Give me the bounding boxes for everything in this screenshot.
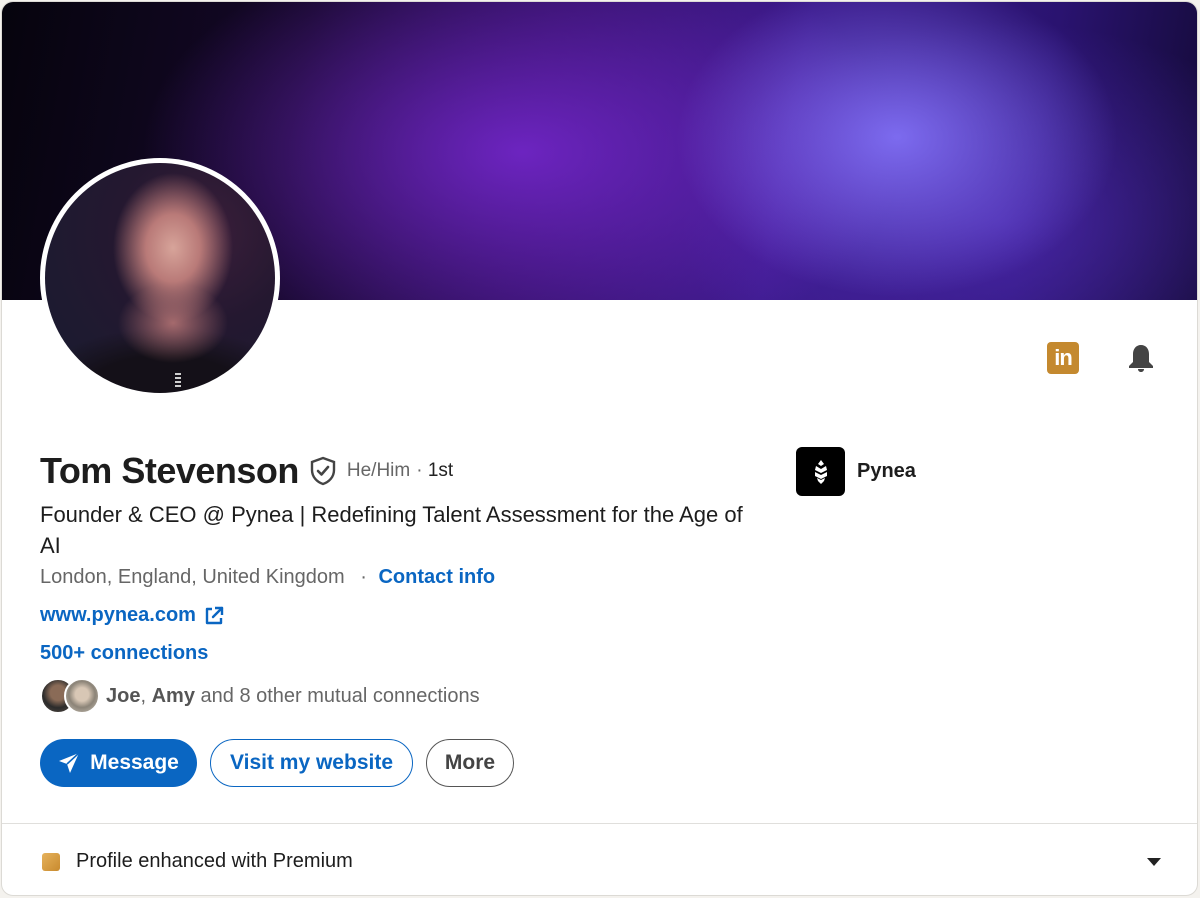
- premium-section[interactable]: Profile enhanced with Premium: [42, 850, 1162, 873]
- header-actions: in: [1047, 342, 1157, 374]
- profile-name: Tom Stevenson: [40, 450, 299, 491]
- company-name: Pynea: [857, 460, 916, 482]
- message-button-label: Message: [90, 751, 179, 774]
- connections-link[interactable]: 500+ connections: [40, 642, 208, 665]
- website-row[interactable]: www.pynea.com: [40, 604, 224, 627]
- mutual-connections[interactable]: Joe, Amy and 8 other mutual connections: [40, 678, 480, 714]
- avatar: [64, 678, 100, 714]
- external-link-icon: [205, 606, 224, 624]
- caret-down-icon[interactable]: [1146, 857, 1162, 867]
- pinecone-icon: [814, 459, 827, 484]
- name-row: Tom Stevenson He/Him · 1st: [40, 450, 453, 492]
- message-button[interactable]: Message: [40, 739, 197, 787]
- connection-degree: · 1st: [416, 460, 453, 482]
- pronouns: He/Him: [346, 460, 411, 481]
- location-separator: ·: [360, 566, 367, 588]
- premium-icon: [42, 852, 60, 871]
- profile-actions: Message Visit my website More: [40, 739, 514, 787]
- mutual-avatars: [40, 678, 102, 714]
- contact-info-link[interactable]: Contact info: [378, 566, 495, 588]
- verified-shield-icon[interactable]: [309, 456, 337, 486]
- profile-photo-image: [45, 163, 275, 393]
- bell-icon[interactable]: [1125, 342, 1157, 374]
- profile-card: in Tom Stevenson He/Him · 1st Founder & …: [1, 1, 1198, 896]
- location: London, England, United Kingdom: [40, 566, 345, 588]
- premium-label: Profile enhanced with Premium: [76, 850, 353, 872]
- profile-photo[interactable]: [40, 158, 280, 398]
- linkedin-icon[interactable]: in: [1047, 342, 1079, 374]
- company-logo: [796, 447, 845, 496]
- current-company[interactable]: Pynea: [796, 447, 916, 496]
- mutual-separator: ,: [140, 684, 147, 707]
- mutual-name-1: Joe: [106, 684, 141, 707]
- mutual-rest: and 8 other mutual connections: [200, 684, 480, 707]
- website-link[interactable]: www.pynea.com: [40, 604, 196, 627]
- more-button[interactable]: More: [426, 739, 514, 787]
- mutual-name-2: Amy: [151, 684, 195, 707]
- send-icon: [59, 752, 80, 773]
- visit-website-button[interactable]: Visit my website: [210, 739, 413, 787]
- location-row: London, England, United Kingdom · Contac…: [40, 566, 495, 589]
- divider: [2, 823, 1197, 824]
- degree-separator: ·: [416, 460, 423, 481]
- profile-headline: Founder & CEO @ Pynea | Redefining Talen…: [40, 502, 743, 558]
- shirt-logo: [175, 373, 181, 387]
- degree-value: 1st: [427, 460, 454, 481]
- mutual-connections-text: Joe, Amy and 8 other mutual connections: [106, 685, 480, 708]
